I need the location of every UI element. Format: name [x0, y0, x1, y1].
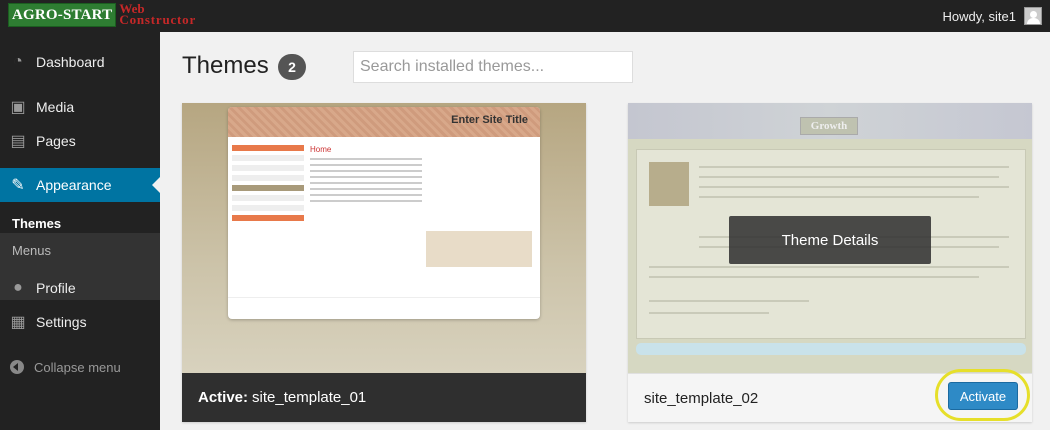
sidebar-item-appearance[interactable]: ✎ Appearance: [0, 168, 160, 202]
search-input[interactable]: [353, 51, 633, 83]
submenu-themes[interactable]: Themes: [12, 216, 61, 231]
settings-icon: ▦: [10, 314, 26, 331]
logo-agro-start: AGRO-START: [8, 3, 117, 27]
admin-bar: AGRO-START Web Constructor Howdy, site1: [0, 0, 1050, 32]
theme-screenshot[interactable]: Enter Site Title Home: [182, 103, 586, 373]
profile-icon: ●: [13, 279, 23, 296]
preview-site-title: Enter Site Title: [451, 114, 528, 126]
sidebar-item-settings[interactable]: ▦ Settings: [0, 305, 160, 339]
theme-name: site_template_02: [644, 389, 759, 407]
site-logo[interactable]: AGRO-START Web Constructor: [8, 1, 197, 27]
howdy-text[interactable]: Howdy, site1: [943, 9, 1016, 24]
media-icon: ▣: [10, 99, 26, 116]
collapse-menu[interactable]: Collapse menu: [0, 357, 160, 377]
logo-web-constructor: Web Constructor: [119, 1, 197, 27]
theme-name: site_template_01: [252, 389, 367, 406]
preview-site-title: Growth: [800, 117, 858, 135]
preview-nav-home: Home: [310, 145, 332, 154]
pages-icon: ▤: [10, 133, 26, 150]
sidebar-item-media[interactable]: ▣ Media: [0, 90, 160, 124]
collapse-icon: [0, 360, 34, 374]
admin-sidebar: ◔ Dashboard ▣ Media ▤ Pages ✎ Appearance…: [0, 32, 160, 430]
dashboard-icon: ◔: [13, 53, 23, 70]
avatar[interactable]: [1024, 7, 1042, 25]
theme-count-badge: 2: [278, 54, 306, 80]
theme-name-bar: Active: site_template_01: [182, 373, 586, 422]
appearance-icon: ✎: [11, 177, 25, 194]
page-title: Themes: [182, 52, 269, 79]
sidebar-item-pages[interactable]: ▤ Pages: [0, 124, 160, 158]
sidebar-item-profile[interactable]: ● Profile: [0, 271, 160, 305]
theme-screenshot[interactable]: Growth Theme Details: [628, 103, 1032, 373]
active-label: Active:: [198, 389, 249, 406]
theme-card-active[interactable]: Enter Site Title Home Active: site_templ…: [182, 103, 586, 422]
theme-details-button[interactable]: Theme Details: [729, 216, 931, 264]
activate-button[interactable]: Activate: [948, 382, 1018, 410]
submenu-menus[interactable]: Menus: [12, 243, 51, 258]
sidebar-item-dashboard[interactable]: ◔ Dashboard: [0, 45, 160, 79]
